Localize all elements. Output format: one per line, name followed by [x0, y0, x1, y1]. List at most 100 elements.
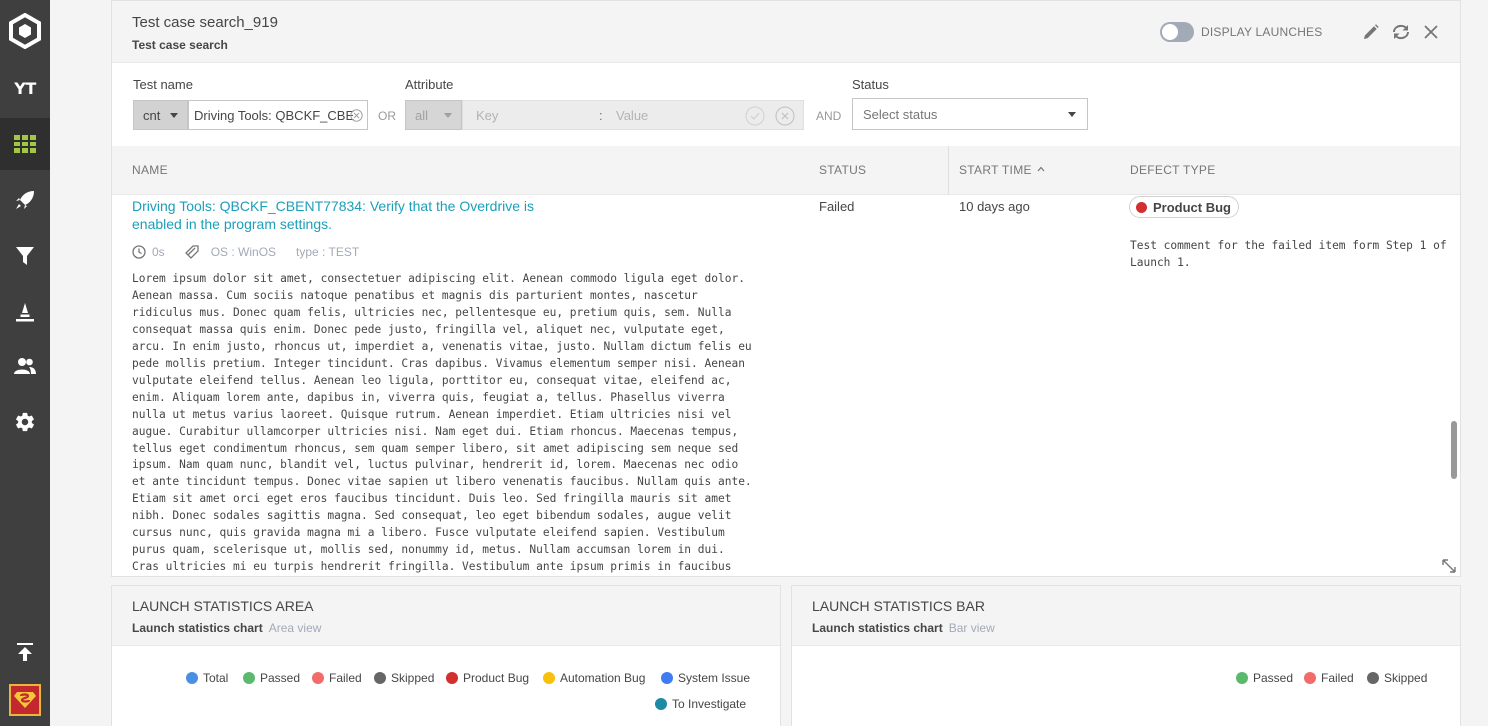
legend-item-automation-bug[interactable]: Automation Bug [543, 671, 645, 685]
clear-input-icon[interactable] [350, 109, 363, 122]
user-avatar[interactable] [0, 674, 50, 726]
legend-item-skipped[interactable]: Skipped [374, 671, 434, 685]
launch-statistics-bar-widget: LAUNCH STATISTICS BAR Launch statistics … [791, 585, 1461, 726]
legend-color-dot [186, 672, 198, 684]
legend-color-dot [243, 672, 255, 684]
dashboard-grid-icon [14, 135, 36, 153]
launch-statistics-area-widget: LAUNCH STATISTICS AREA Launch statistics… [111, 585, 781, 726]
widget-view: Bar view [948, 621, 995, 635]
widget-type: Launch statistics chart [132, 621, 263, 635]
column-header-start-time[interactable]: START TIME [959, 163, 1045, 177]
scrollbar-thumb[interactable] [1451, 421, 1457, 479]
sidebar-item-debug[interactable] [0, 286, 50, 338]
attribute-os[interactable]: OS : WinOS [211, 245, 276, 259]
clear-attribute-icon [775, 106, 795, 126]
legend-label: Skipped [1384, 671, 1428, 685]
display-launches-label: DISPLAY LAUNCHES [1201, 25, 1323, 39]
attributes: OS : WinOS type : TEST [184, 245, 359, 259]
legend-label: Passed [1253, 671, 1294, 685]
legend-item-product-bug[interactable]: Product Bug [446, 671, 529, 685]
edit-widget-button[interactable] [1360, 21, 1382, 43]
status-placeholder: Select status [863, 106, 938, 122]
legend-color-dot [374, 672, 386, 684]
column-header-status[interactable]: STATUS [819, 163, 866, 177]
sort-ascending-icon [1037, 166, 1045, 172]
legend-item-to-investigate[interactable]: To Investigate [655, 697, 746, 711]
filter-icon [16, 247, 34, 265]
widget-title: Test case search_919 [132, 14, 278, 31]
legend-color-dot [1236, 672, 1248, 684]
key-placeholder: Key [476, 107, 499, 123]
widget-header: LAUNCH STATISTICS AREA Launch statistics… [112, 586, 780, 646]
legend-item-total[interactable]: Total [186, 671, 228, 685]
column-header-name[interactable]: NAME [132, 163, 168, 177]
widget-header: LAUNCH STATISTICS BAR Launch statistics … [792, 586, 1460, 646]
refresh-icon [1392, 24, 1410, 40]
attribute-type[interactable]: type : TEST [296, 245, 359, 259]
tag-icon [184, 245, 199, 259]
legend-item-passed[interactable]: Passed [243, 671, 300, 685]
status-select[interactable]: Select status [852, 98, 1088, 130]
test-item-start-time: 10 days ago [959, 199, 1030, 214]
column-divider [948, 146, 949, 195]
key-value-separator: : [599, 107, 603, 123]
test-item-name-link[interactable]: Driving Tools: QBCKF_CBENT77834: Verify … [132, 197, 572, 233]
condition-value: cnt [143, 107, 161, 123]
defect-comment: Test comment for the failed item form St… [1130, 239, 1447, 269]
project-initials: YT [14, 78, 36, 98]
legend-label: Product Bug [463, 671, 530, 685]
close-icon [1424, 25, 1438, 39]
test-item-meta: 0s OS : WinOS type : TEST [132, 245, 379, 259]
legend-color-dot [1367, 672, 1379, 684]
defect-type-badge[interactable]: Product Bug [1129, 196, 1239, 218]
test-name-input[interactable]: Driving Tools: QBCKF_CBE [188, 100, 368, 130]
refresh-widget-button[interactable] [1390, 21, 1412, 43]
status-filter-label: Status [852, 77, 889, 92]
sidebar-item-settings[interactable] [0, 396, 50, 448]
resize-handle-icon[interactable] [1440, 557, 1458, 579]
avatar-icon [9, 684, 41, 716]
legend-label: Skipped [391, 671, 435, 685]
chevron-down-icon [444, 113, 452, 118]
sidebar-item-launches[interactable] [0, 174, 50, 226]
scroll-to-top-button[interactable] [0, 626, 50, 678]
legend-item-passed[interactable]: Passed [1236, 671, 1293, 685]
legend-color-dot [661, 672, 673, 684]
sidebar-item-dashboards[interactable] [0, 118, 50, 170]
test-name-filter-label: Test name [133, 77, 193, 92]
legend-label: System Issue [678, 671, 751, 685]
duration-value: 0s [152, 245, 165, 259]
column-header-defect-type[interactable]: DEFECT TYPE [1130, 163, 1216, 177]
test-name-condition-select[interactable]: cnt [133, 100, 188, 130]
app-logo-icon[interactable] [0, 4, 50, 58]
legend-label: Passed [260, 671, 301, 685]
legend-item-skipped[interactable]: Skipped [1367, 671, 1427, 685]
chevron-down-icon [1068, 112, 1076, 117]
sidebar-item-filters[interactable] [0, 230, 50, 282]
or-operator: OR [378, 109, 396, 123]
chevron-down-icon [170, 113, 178, 118]
sidebar-item-members[interactable] [0, 340, 50, 392]
pencil-icon [1364, 24, 1379, 39]
display-launches-toggle[interactable] [1160, 22, 1194, 42]
attribute-condition-select[interactable]: all [405, 100, 462, 130]
legend-item-system-issue[interactable]: System Issue [661, 671, 750, 685]
legend-color-dot [543, 672, 555, 684]
sidebar: YT [0, 0, 50, 726]
value-placeholder: Value [616, 107, 649, 123]
table-header: NAME STATUS START TIME DEFECT TYPE [112, 146, 1460, 195]
project-selector[interactable]: YT [0, 62, 50, 114]
widget-subtitle: Test case search [132, 38, 228, 52]
remove-widget-button[interactable] [1420, 21, 1442, 43]
widget-subtitle: Launch statistics chart Area view [132, 621, 321, 635]
test-item-status: Failed [819, 199, 855, 214]
legend-color-dot [312, 672, 324, 684]
defect-color-dot [1136, 201, 1147, 213]
rocket-icon [16, 191, 34, 209]
attribute-input[interactable]: Key : Value [462, 100, 804, 130]
legend-item-failed[interactable]: Failed [1304, 671, 1354, 685]
legend-label: To Investigate [672, 697, 747, 711]
legend-item-failed[interactable]: Failed [312, 671, 362, 685]
legend-label: Total [203, 671, 229, 685]
duration: 0s [132, 245, 165, 259]
